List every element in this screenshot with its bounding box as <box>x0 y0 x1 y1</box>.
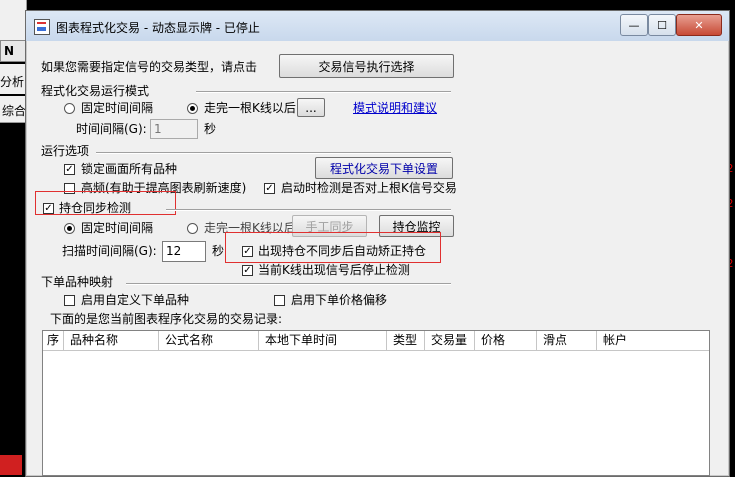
signal-select-button[interactable]: 交易信号执行选择 <box>279 54 454 78</box>
title-bar[interactable]: 图表程式化交易 - 动态显示牌 - 已停止 — ☐ ✕ <box>26 11 729 41</box>
auto-fix-checkbox[interactable]: ✓ <box>242 246 253 257</box>
maximize-button[interactable]: ☐ <box>648 14 676 36</box>
trade-records-table[interactable]: 序 品种名称 公式名称 本地下单时间 类型 交易量 价格 滑点 帐户 <box>42 330 710 476</box>
check-icon: ✓ <box>243 265 252 276</box>
column-header-order-time[interactable]: 本地下单时间 <box>259 331 387 351</box>
order-settings-button[interactable]: 程式化交易下单设置 <box>315 157 453 179</box>
order-mapping-separator <box>126 283 451 285</box>
column-header-index[interactable]: 序 <box>43 331 64 351</box>
bg-tab-text: 综合 <box>2 104 26 118</box>
run-mode-separator <box>196 91 451 93</box>
column-header-price[interactable]: 价格 <box>475 331 537 351</box>
auto-fix-label: 出现持仓不同步后自动矫正持仓 <box>258 244 427 258</box>
run-mode-fixed-radio[interactable] <box>64 103 75 114</box>
bg-status-marker <box>0 455 22 475</box>
interval-value: 1 <box>154 122 162 136</box>
sync-after-bar-radio[interactable] <box>187 223 198 234</box>
startup-check-checkbox[interactable]: ✓ <box>264 183 275 194</box>
run-options-separator <box>96 152 451 154</box>
column-header-slippage[interactable]: 滑点 <box>537 331 597 351</box>
minimize-button[interactable]: — <box>620 14 648 36</box>
mode-help-link[interactable]: 模式说明和建议 <box>353 101 437 115</box>
scan-interval-unit: 秒 <box>212 244 225 258</box>
price-offset-checkbox[interactable] <box>274 295 285 306</box>
scan-interval-input[interactable]: 12 <box>162 241 206 262</box>
bg-toolbar-button[interactable]: N <box>0 40 26 62</box>
close-icon: ✕ <box>694 18 704 32</box>
column-header-symbol[interactable]: 品种名称 <box>64 331 159 351</box>
order-mapping-group-title: 下单品种映射 <box>41 275 114 289</box>
lock-all-label: 锁定画面所有品种 <box>81 162 178 176</box>
run-mode-fixed-label: 固定时间间隔 <box>81 101 154 115</box>
stop-on-signal-label: 当前K线出现信号后停止检测 <box>258 263 410 277</box>
position-sync-label: 持仓同步检测 <box>59 201 132 215</box>
minimize-icon: — <box>628 18 640 32</box>
position-sync-checkbox[interactable]: ✓ <box>43 203 54 214</box>
check-icon: ✓ <box>44 203 53 214</box>
sync-fixed-radio[interactable] <box>64 223 75 234</box>
check-icon: ✓ <box>243 246 252 257</box>
window-title: 图表程式化交易 - 动态显示牌 - 已停止 <box>56 21 260 35</box>
startup-check-label: 启动时检测是否对上根K信号交易 <box>281 181 457 195</box>
column-header-formula[interactable]: 公式名称 <box>159 331 259 351</box>
bg-toolbar <box>0 0 27 40</box>
bg-menu-text: 分析( <box>0 75 26 89</box>
run-mode-ellipsis-button[interactable]: ... <box>297 98 325 117</box>
run-options-group-title: 运行选项 <box>41 144 90 158</box>
column-header-volume[interactable]: 交易量 <box>425 331 475 351</box>
lock-all-checkbox[interactable]: ✓ <box>64 164 75 175</box>
bg-menu[interactable]: 分析( <box>0 64 26 94</box>
records-caption: 下面的是您当前图表程序化交易的交易记录: <box>50 312 283 326</box>
custom-symbol-label: 启用自定义下单品种 <box>81 293 190 307</box>
sync-fixed-label: 固定时间间隔 <box>81 221 154 235</box>
stop-on-signal-checkbox[interactable]: ✓ <box>242 265 253 276</box>
custom-symbol-checkbox[interactable] <box>64 295 75 306</box>
price-offset-label: 启用下单价格偏移 <box>291 293 388 307</box>
interval-unit: 秒 <box>204 122 217 136</box>
column-header-type[interactable]: 类型 <box>387 331 425 351</box>
run-mode-after-bar-label: 走完一根K线以后 <box>204 101 296 115</box>
run-mode-group-title: 程式化交易运行模式 <box>41 84 150 98</box>
position-sync-separator <box>166 209 451 211</box>
interval-label: 时间间隔(G): <box>76 122 147 136</box>
signal-select-prompt: 如果您需要指定信号的交易类型，请点击 <box>41 60 258 74</box>
bg-toolbar-glyph: N <box>4 44 15 58</box>
scan-interval-label: 扫描时间间隔(G): <box>62 244 157 258</box>
maximize-icon: ☐ <box>657 18 667 32</box>
column-header-account[interactable]: 帐户 <box>597 331 709 351</box>
scan-interval-value: 12 <box>166 244 182 258</box>
app-icon <box>34 19 50 35</box>
bg-tab[interactable]: 综合 <box>0 96 26 123</box>
check-icon: ✓ <box>265 183 274 194</box>
close-button[interactable]: ✕ <box>676 14 722 36</box>
check-icon: ✓ <box>65 164 74 175</box>
interval-input[interactable]: 1 <box>150 119 198 139</box>
trading-dialog: 图表程式化交易 - 动态显示牌 - 已停止 — ☐ ✕ 如果您需要指定信号的交易… <box>25 10 730 477</box>
run-mode-after-bar-radio[interactable] <box>187 103 198 114</box>
